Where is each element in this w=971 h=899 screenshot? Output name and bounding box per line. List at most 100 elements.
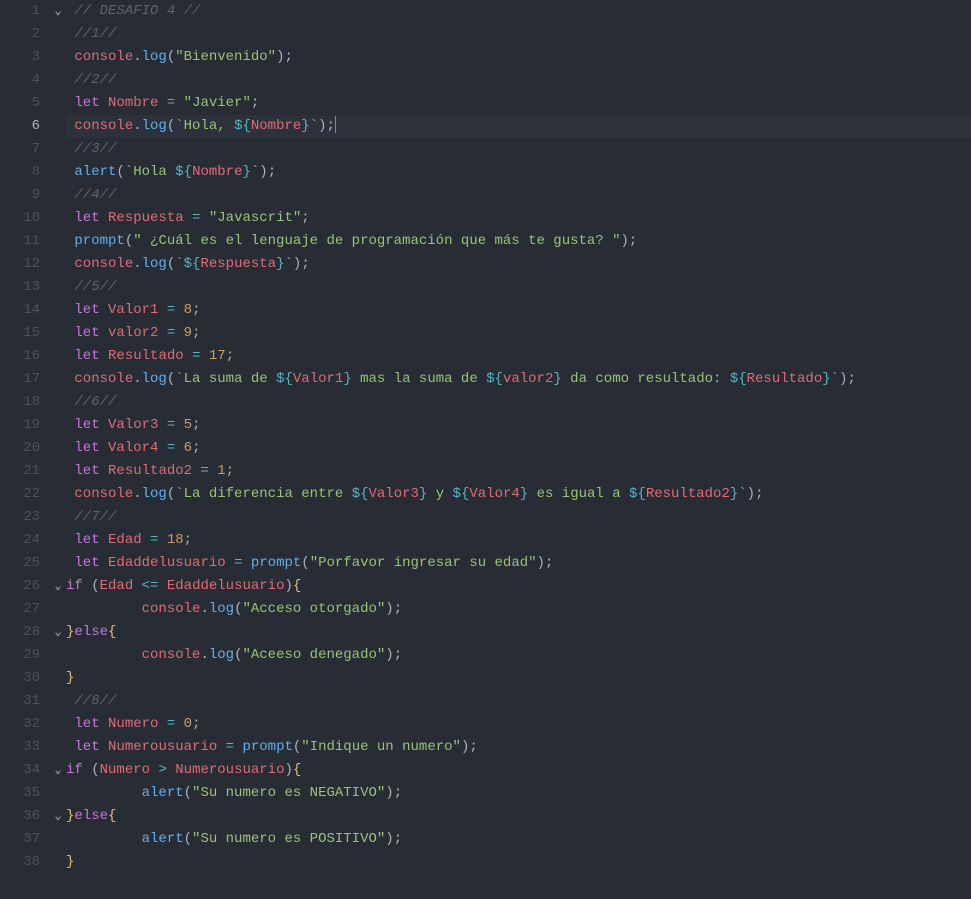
- code-line[interactable]: console.log(`${Respuesta}`);: [66, 253, 971, 276]
- token-paren: (: [167, 118, 175, 134]
- token-number: 6: [184, 440, 192, 456]
- token-interp-brace: ${: [730, 371, 747, 387]
- code-line[interactable]: //4//: [66, 184, 971, 207]
- code-line[interactable]: let Valor3 = 5;: [66, 414, 971, 437]
- token-interp: Respuesta: [200, 256, 276, 272]
- token-comment: //6//: [74, 394, 116, 410]
- code-line[interactable]: //3//: [66, 138, 971, 161]
- code-line[interactable]: let Edaddelusuario = prompt("Porfavor in…: [66, 552, 971, 575]
- fold-marker: [50, 253, 66, 276]
- code-line[interactable]: alert("Su numero es NEGATIVO");: [66, 782, 971, 805]
- chevron-down-icon[interactable]: ⌄: [50, 621, 66, 644]
- fold-marker: [50, 69, 66, 92]
- token-func: alert: [142, 785, 184, 801]
- code-line[interactable]: //7//: [66, 506, 971, 529]
- code-line[interactable]: console.log(`La suma de ${Valor1} mas la…: [66, 368, 971, 391]
- code-line[interactable]: }else{: [66, 621, 971, 644]
- token-paren: (: [116, 164, 124, 180]
- code-line[interactable]: if (Edad <= Edaddelusuario){: [66, 575, 971, 598]
- token-func: prompt: [242, 739, 292, 755]
- line-number: 15: [0, 322, 40, 345]
- token-variable: Valor3: [108, 417, 158, 433]
- code-line[interactable]: //6//: [66, 391, 971, 414]
- fold-marker: [50, 92, 66, 115]
- line-number: 5: [0, 92, 40, 115]
- fold-marker: [50, 23, 66, 46]
- token-punct: ;: [301, 210, 309, 226]
- fold-gutter: ⌄ ⌄ ⌄ ⌄ ⌄: [50, 0, 66, 874]
- token-interp-brace: }: [276, 256, 284, 272]
- code-line[interactable]: let Resultado = 17;: [66, 345, 971, 368]
- code-line[interactable]: if (Numero > Numerousuario){: [66, 759, 971, 782]
- line-number: 31: [0, 690, 40, 713]
- token-paren: ): [259, 164, 267, 180]
- code-line[interactable]: prompt(" ¿Cuál es el lenguaje de program…: [66, 230, 971, 253]
- code-line[interactable]: let Edad = 18;: [66, 529, 971, 552]
- token-operator: =: [234, 555, 242, 571]
- token-comment: //1//: [74, 26, 116, 42]
- code-line[interactable]: let Valor4 = 6;: [66, 437, 971, 460]
- token-func: log: [142, 49, 167, 65]
- code-line[interactable]: }: [66, 851, 971, 874]
- fold-marker: [50, 506, 66, 529]
- chevron-down-icon[interactable]: ⌄: [50, 805, 66, 828]
- code-line[interactable]: let Numerousuario = prompt("Indique un n…: [66, 736, 971, 759]
- token-operator: =: [167, 95, 175, 111]
- token-variable: Numero: [108, 716, 158, 732]
- code-line[interactable]: //5//: [66, 276, 971, 299]
- fold-marker: [50, 322, 66, 345]
- code-line[interactable]: let Respuesta = "Javascrit";: [66, 207, 971, 230]
- token-brace-y: {: [293, 762, 301, 778]
- code-content[interactable]: // DESAFIO 4 // //1// console.log("Bienv…: [66, 0, 971, 874]
- code-line[interactable]: }else{: [66, 805, 971, 828]
- chevron-down-icon[interactable]: ⌄: [50, 0, 66, 23]
- token-paren: ): [747, 486, 755, 502]
- token-paren: ): [385, 785, 393, 801]
- token-func: alert: [142, 831, 184, 847]
- fold-marker: [50, 529, 66, 552]
- fold-marker: [50, 414, 66, 437]
- code-line[interactable]: //2//: [66, 69, 971, 92]
- line-number: 8: [0, 161, 40, 184]
- token-variable: Numerousuario: [175, 762, 284, 778]
- fold-marker: [50, 138, 66, 161]
- fold-marker: [50, 598, 66, 621]
- fold-marker: [50, 828, 66, 851]
- code-line[interactable]: console.log(`Hola, ${Nombre}`);: [66, 115, 971, 138]
- code-line[interactable]: //1//: [66, 23, 971, 46]
- code-editor[interactable]: 1234567891011121314151617181920212223242…: [0, 0, 971, 874]
- fold-marker: [50, 644, 66, 667]
- code-line[interactable]: console.log("Bienvenido");: [66, 46, 971, 69]
- line-number: 20: [0, 437, 40, 460]
- code-line[interactable]: alert(`Hola ${Nombre}`);: [66, 161, 971, 184]
- line-number: 6: [0, 115, 40, 138]
- line-number: 25: [0, 552, 40, 575]
- code-line[interactable]: //8//: [66, 690, 971, 713]
- token-keyword: let: [74, 716, 99, 732]
- token-punct: ;: [847, 371, 855, 387]
- token-variable: console: [74, 49, 133, 65]
- code-line[interactable]: let valor2 = 9;: [66, 322, 971, 345]
- chevron-down-icon[interactable]: ⌄: [50, 759, 66, 782]
- token-punct: ;: [755, 486, 763, 502]
- code-line[interactable]: let Numero = 0;: [66, 713, 971, 736]
- code-line[interactable]: }: [66, 667, 971, 690]
- code-line[interactable]: console.log(`La diferencia entre ${Valor…: [66, 483, 971, 506]
- token-comment: //7//: [74, 509, 116, 525]
- code-line[interactable]: let Nombre = "Javier";: [66, 92, 971, 115]
- chevron-down-icon[interactable]: ⌄: [50, 575, 66, 598]
- token-func: log: [209, 647, 234, 663]
- code-line[interactable]: console.log("Acceso otorgado");: [66, 598, 971, 621]
- code-line[interactable]: console.log("Aceeso denegado");: [66, 644, 971, 667]
- code-line[interactable]: alert("Su numero es POSITIVO");: [66, 828, 971, 851]
- token-template: da como resultado:: [562, 371, 730, 387]
- token-punct: ;: [192, 716, 200, 732]
- code-line[interactable]: let Resultado2 = 1;: [66, 460, 971, 483]
- code-line[interactable]: let Valor1 = 8;: [66, 299, 971, 322]
- token-interp-brace: ${: [453, 486, 470, 502]
- token-variable: Resultado: [108, 348, 184, 364]
- fold-marker: [50, 368, 66, 391]
- token-interp-brace: }: [730, 486, 738, 502]
- code-line[interactable]: // DESAFIO 4 //: [66, 0, 971, 23]
- token-operator: =: [192, 210, 200, 226]
